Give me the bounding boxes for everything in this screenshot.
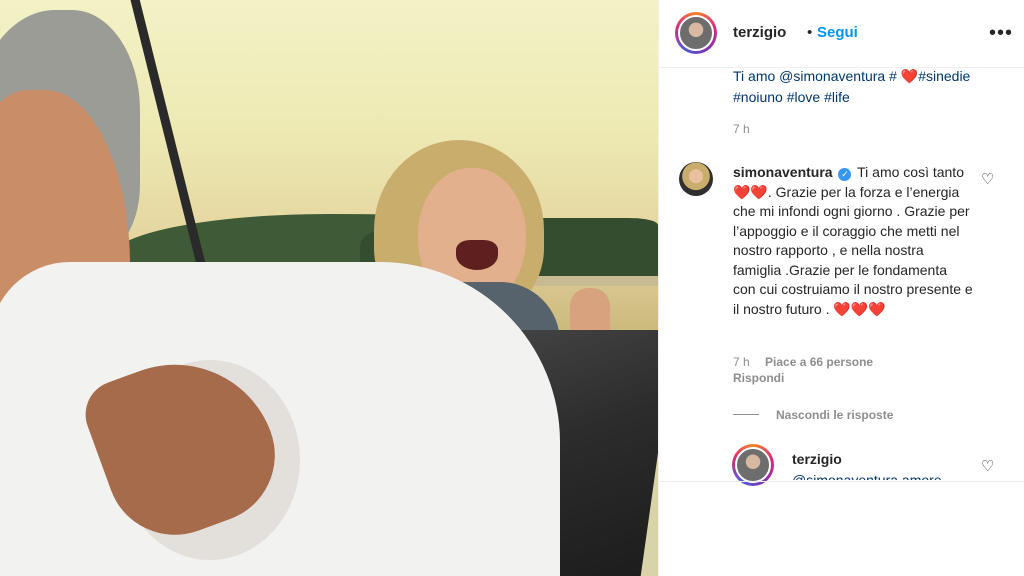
author-avatar[interactable]: [675, 12, 717, 54]
caption-timestamp[interactable]: 7 h: [733, 122, 750, 136]
separator-dot: •: [807, 24, 813, 41]
commenter-avatar[interactable]: [679, 162, 713, 196]
more-horizontal-icon[interactable]: •••: [989, 22, 1013, 45]
reply-author-username[interactable]: terzigio: [792, 451, 842, 467]
commenter-username[interactable]: simonaventura: [733, 164, 833, 180]
comment-hearts-2: ❤️❤️❤️: [833, 300, 886, 317]
caption-line-2[interactable]: #noiuno #love #life: [733, 87, 1013, 108]
panel-divider: [659, 481, 1024, 482]
comment-meta: 7 h Piace a 66 persone: [733, 355, 873, 369]
reply-author-avatar[interactable]: [732, 444, 774, 486]
like-comment-heart-icon[interactable]: ♡: [981, 170, 994, 188]
like-reply-heart-icon[interactable]: ♡: [981, 457, 994, 475]
post-photo[interactable]: [0, 0, 658, 576]
comment-time[interactable]: 7 h: [733, 355, 750, 369]
comment: simonaventura ✓ Ti amo così tanto ❤️❤️. …: [733, 163, 973, 319]
comment-likes[interactable]: Piace a 66 persone: [765, 355, 873, 369]
comment-text-1: Ti amo così tanto: [857, 164, 964, 180]
replies-divider: [733, 414, 759, 415]
caption: Ti amo @simonaventura # ❤️#sinedie #noiu…: [733, 66, 1013, 112]
follow-button[interactable]: Segui: [817, 24, 858, 41]
comment-text-2: . Grazie per la forza e l’energia che mi…: [733, 183, 973, 317]
reply-text[interactable]: @simonaventura amore: [792, 470, 972, 480]
hide-replies-button[interactable]: Nascondi le risposte: [776, 408, 893, 422]
verified-badge-icon: ✓: [838, 168, 852, 181]
reply-button[interactable]: Rispondi: [733, 371, 784, 385]
comment-hearts-1: ❤️❤️: [733, 183, 768, 200]
post-side-panel: terzigio • Segui ••• Ti amo @simonaventu…: [658, 0, 1024, 576]
caption-line-1[interactable]: Ti amo @simonaventura # ❤️#sinedie: [733, 66, 1013, 87]
author-username[interactable]: terzigio: [733, 24, 786, 41]
post-header: terzigio • Segui •••: [659, 0, 1024, 68]
woman-mouth: [456, 240, 498, 270]
